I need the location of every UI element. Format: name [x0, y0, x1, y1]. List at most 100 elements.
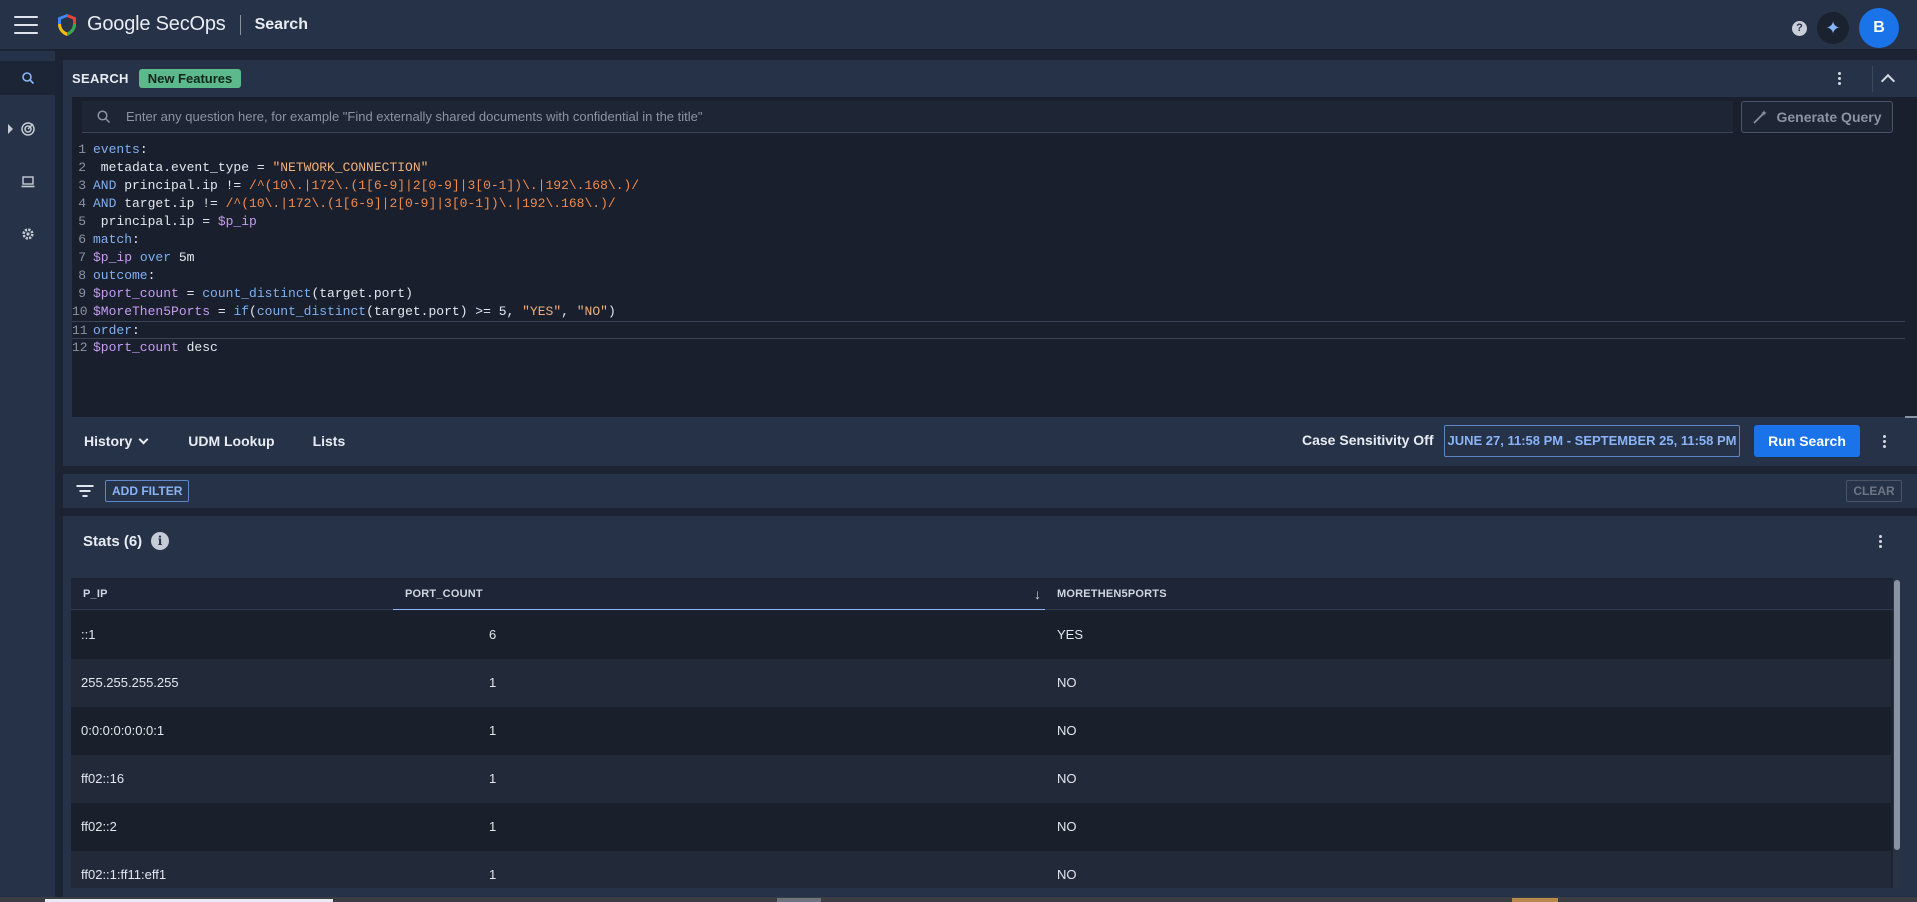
gemini-button[interactable]: ✦	[1817, 12, 1849, 44]
bottom-strip	[0, 897, 1917, 902]
code-line[interactable]: 6 match:	[72, 231, 1905, 249]
code-line[interactable]: 3 AND principal.ip != /^(10\.|172\.(1[6-9…	[72, 177, 1905, 195]
code-token: /^(10\.|172\.(1[6-9]|2[0-9]|3[0-1])\.|19…	[225, 196, 616, 211]
cell-morethen5ports: YES	[1057, 627, 1084, 642]
time-range-picker[interactable]: JUNE 27, 11:58 PM - SEPTEMBER 25, 11:58 …	[1444, 425, 1740, 457]
table-row[interactable]: 255.255.255.255 1 NO	[71, 659, 1891, 707]
code-token: :	[139, 142, 148, 157]
code-line[interactable]: 12 $port_count desc	[72, 339, 1905, 357]
column-header-port-count[interactable]: PORT_COUNT	[393, 578, 1045, 610]
table-row[interactable]: ff02::2 1 NO	[71, 803, 1891, 851]
code-token: if	[233, 304, 250, 319]
code-line[interactable]: 5 principal.ip = $p_ip	[72, 213, 1905, 231]
brand-divider	[239, 14, 241, 35]
laptop-icon	[21, 176, 34, 188]
code-token: 5m	[171, 250, 195, 265]
code-token: principal.ip !=	[116, 178, 250, 193]
code-token: :	[147, 268, 156, 283]
rail-item-investigation[interactable]	[0, 165, 55, 199]
cell-p-ip: 0:0:0:0:0:0:0:1	[81, 723, 165, 738]
code-token: "NO"	[576, 304, 608, 319]
code-token: principal.ip =	[93, 214, 218, 229]
code-area[interactable]: 1 events: 2 metadata.event_type = "NETWORK…	[72, 141, 1917, 417]
code-token: (	[249, 304, 257, 319]
code-token: AND	[93, 178, 117, 193]
query-editor[interactable]: Generate Query 1 events: 2 metadata.event_…	[72, 97, 1917, 418]
code-token: $port_count	[93, 286, 179, 301]
code-token: )	[607, 304, 616, 319]
magic-wand-icon	[1753, 110, 1768, 124]
code-line[interactable]: 1 events:	[72, 141, 1905, 159]
cell-morethen5ports: NO	[1057, 867, 1077, 882]
history-dropdown[interactable]: History	[84, 433, 149, 449]
sparkle-icon: ✦	[1825, 17, 1841, 38]
code-token: AND	[93, 196, 117, 211]
add-filter-button[interactable]: ADD FILTER	[105, 480, 190, 502]
code-token: (target.port)	[311, 286, 413, 301]
stats-table: P_IP PORT_COUNT ↓ MORETHEN5PORTS ::1 6 YES…	[71, 578, 1901, 888]
cell-p-ip: ::1	[81, 627, 96, 642]
code-token: over	[132, 250, 172, 265]
code-token: count_distinct	[202, 286, 312, 301]
menu-icon[interactable]	[14, 15, 38, 34]
secops-logo-icon	[58, 13, 76, 36]
table-row[interactable]: ff02::16 1 NO	[71, 755, 1891, 803]
line-number: 11	[72, 323, 88, 338]
scrollbar-thumb[interactable]	[1894, 580, 1900, 850]
code-line[interactable]: 8 outcome:	[72, 267, 1905, 285]
footer-more-icon[interactable]	[1874, 431, 1894, 451]
code-line[interactable]: 2 metadata.event_type = "NETWORK_CONNECT…	[72, 159, 1905, 177]
cell-p-ip: ff02::1:ff11:eff1	[81, 867, 167, 882]
table-row[interactable]: ::1 6 YES	[71, 611, 1891, 659]
sort-descending-icon[interactable]: ↓	[1034, 578, 1041, 610]
code-line[interactable]: 4 AND target.ip != /^(10\.|172\.(1[6-9]|2…	[72, 195, 1905, 213]
help-icon[interactable]: ?	[1792, 20, 1807, 36]
code-line[interactable]: 9 $port_count = count_distinct(target.por…	[72, 285, 1905, 303]
code-token: :	[132, 323, 140, 338]
code-token: (target.port) >= 5,	[366, 304, 523, 319]
line-number: 12	[72, 340, 88, 355]
udm-lookup-link[interactable]: UDM Lookup	[188, 433, 274, 449]
rail-item-search[interactable]	[0, 61, 55, 95]
table-row[interactable]: 0:0:0:0:0:0:0:1 1 NO	[71, 707, 1891, 755]
filter-bar: ADD FILTER CLEAR	[63, 474, 1917, 508]
generate-query-button[interactable]: Generate Query	[1741, 101, 1893, 133]
gear-icon	[21, 228, 34, 240]
case-sensitivity-toggle[interactable]: Case Sensitivity Off	[1302, 432, 1434, 448]
natural-language-input[interactable]	[126, 109, 1706, 124]
avatar[interactable]: B	[1859, 8, 1899, 48]
new-features-badge[interactable]: New Features	[138, 68, 242, 88]
code-token: count_distinct	[256, 304, 367, 319]
code-line[interactable]: 10 $MoreThen5Ports = if(count_distinct(ta…	[72, 303, 1905, 321]
search-icon	[97, 109, 111, 123]
cell-port-count: 6	[489, 627, 497, 642]
code-token: $p_ip	[217, 214, 257, 229]
cell-port-count: 1	[489, 819, 497, 834]
column-header-morethen5ports[interactable]: MORETHEN5PORTS	[1057, 578, 1167, 610]
clear-button[interactable]: CLEAR	[1846, 480, 1902, 502]
rail-item-settings[interactable]	[0, 217, 55, 251]
code-token: "YES"	[522, 304, 562, 319]
lists-link[interactable]: Lists	[313, 433, 346, 449]
info-icon[interactable]: i	[151, 532, 169, 550]
code-line[interactable]: 7 $p_ip over 5m	[72, 249, 1905, 267]
panel-more-icon[interactable]	[1829, 68, 1849, 88]
stats-more-icon[interactable]	[1870, 531, 1890, 551]
rail-item-detection[interactable]	[0, 112, 55, 146]
filter-icon[interactable]	[76, 485, 93, 497]
code-line[interactable]: 11 order:	[72, 321, 1905, 339]
line-number: 4	[78, 196, 86, 211]
cell-morethen5ports: NO	[1057, 723, 1077, 738]
cell-port-count: 1	[489, 867, 497, 882]
code-token: $MoreThen5Ports	[93, 304, 211, 319]
run-search-button[interactable]: Run Search	[1754, 425, 1860, 457]
line-number: 3	[78, 178, 86, 193]
code-token: $port_count	[93, 340, 179, 355]
column-header-p-ip[interactable]: P_IP	[83, 578, 108, 610]
table-scrollbar[interactable]	[1893, 578, 1901, 888]
cell-p-ip: 255.255.255.255	[81, 675, 179, 690]
table-row[interactable]: ff02::1:ff11:eff1 1 NO	[71, 851, 1891, 888]
header-divider	[1872, 66, 1873, 92]
code-token: match	[93, 232, 133, 247]
line-number: 10	[72, 304, 88, 319]
